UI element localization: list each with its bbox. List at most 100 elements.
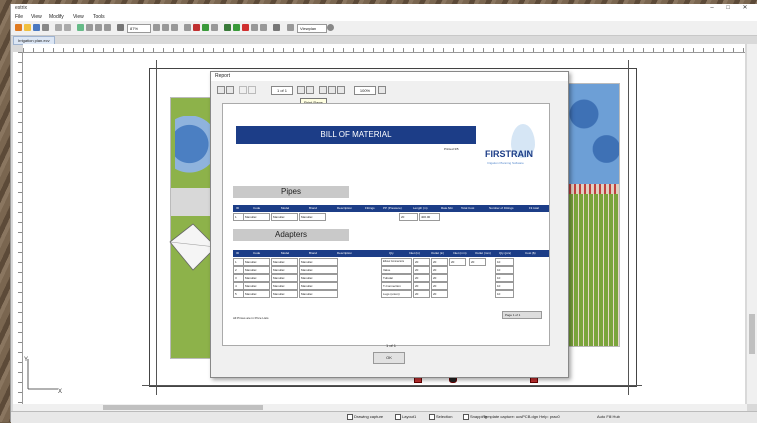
vertical-scroll-thumb[interactable] [749, 314, 755, 354]
ucs-axis-icon: Y X [24, 357, 62, 395]
column-header: Fit total [529, 206, 539, 210]
pipe-icon[interactable] [211, 24, 218, 31]
close-button[interactable]: ✕ [738, 4, 752, 13]
vertical-ruler [13, 52, 23, 404]
status-template: Template capture: ucsPCB.dgn Help: prac0 [483, 414, 560, 419]
prev-page-icon[interactable] [248, 86, 256, 94]
column-header: Inlet (in) [409, 251, 420, 255]
menu-tools[interactable]: Tools [93, 14, 105, 20]
window-zoom-icon[interactable] [171, 24, 178, 31]
column-header: Number of Fittings [489, 206, 514, 210]
report-title: BILL OF MATERIAL [236, 126, 476, 144]
snap-icon[interactable] [77, 24, 84, 31]
report-dialog: Report 1 of 1 100% Print Page BILL OF MA… [210, 71, 569, 378]
table-row: 1 Manufac Manufac Manufac 20 400.00 [233, 213, 549, 221]
ok-button[interactable]: OK [373, 352, 405, 364]
plant-icon[interactable] [233, 24, 240, 31]
report-toolbar: 1 of 1 100% [211, 84, 568, 96]
fit-icon[interactable] [162, 24, 169, 31]
grid-icon[interactable] [86, 24, 93, 31]
column-header: Total Cost [461, 206, 475, 210]
column-header: Rate $/m [441, 206, 454, 210]
column-header: Outlet (in) [431, 251, 445, 255]
help-icon[interactable] [327, 24, 334, 31]
column-header: Model [281, 206, 290, 210]
close-view-icon[interactable] [287, 24, 294, 31]
status-drawing-capture[interactable]: Drawing capture [347, 414, 383, 420]
view-plan-select[interactable]: Viewplan [297, 24, 327, 33]
text-icon[interactable] [260, 24, 267, 31]
pipes-heading: Pipes [233, 186, 349, 198]
report-dialog-title: Report [215, 73, 231, 79]
search-icon[interactable] [378, 86, 386, 94]
status-layout[interactable]: Layout1 [395, 414, 416, 420]
open-folder-icon[interactable] [24, 24, 31, 31]
save-report-icon[interactable] [217, 86, 225, 94]
maximize-button[interactable]: □ [721, 4, 735, 13]
report-dialog-titlebar: Report [211, 72, 568, 81]
column-header: Inlet (mm) [453, 251, 467, 255]
report-footnote: All Prices are in Price Lists [233, 316, 269, 320]
redo-icon[interactable] [64, 24, 71, 31]
table-icon[interactable] [251, 24, 258, 31]
zoom-out-icon[interactable] [319, 86, 327, 94]
menu-file[interactable]: File [15, 14, 23, 20]
print-report-icon[interactable] [226, 86, 234, 94]
report-subtitle: Printed 3/5 [444, 147, 459, 151]
column-header: Description [337, 251, 353, 255]
report-page: BILL OF MATERIAL Printed 3/5 FIRSTRAIN I… [222, 103, 550, 346]
undo-icon[interactable] [55, 24, 62, 31]
print-icon[interactable] [42, 24, 49, 31]
menu-modify[interactable]: Modify [49, 14, 64, 20]
zoom-select[interactable]: 87% [127, 24, 151, 33]
measure-icon[interactable] [95, 24, 102, 31]
first-page-icon[interactable] [239, 86, 247, 94]
report-zoom-input[interactable]: 100% [354, 86, 376, 95]
column-header: Fittings [365, 206, 375, 210]
valve-icon[interactable] [202, 24, 209, 31]
sprinkler-icon[interactable] [193, 24, 200, 31]
new-file-icon[interactable] [15, 24, 22, 31]
last-page-icon[interactable] [306, 86, 314, 94]
flag-icon[interactable] [242, 24, 249, 31]
column-header: Code [253, 206, 261, 210]
report-icon[interactable] [273, 24, 280, 31]
sprinkler-coverage-right [569, 84, 619, 184]
report-page-button[interactable]: Page 1 of 1 [502, 311, 542, 319]
checkbox-icon [347, 414, 353, 420]
column-header: PP (Pressure) [383, 206, 402, 210]
zoom-in-icon[interactable] [328, 86, 336, 94]
fit-page-icon[interactable] [337, 86, 345, 94]
table-row: 3 Manufac Manufac Manufac Tubular 20 20 … [233, 274, 549, 282]
zone-icon[interactable] [224, 24, 231, 31]
minimize-button[interactable]: – [705, 4, 719, 13]
column-header: Brand [309, 206, 318, 210]
menu-view-2[interactable]: View [73, 14, 84, 20]
table-row: 1 Manufac Manufac Manufac Elbow Connecto… [233, 258, 549, 266]
table-row: 5 Manufac Manufac Manufac Lugs (union) 2… [233, 290, 549, 298]
menu-bar: File View Modify View Tools [11, 13, 757, 21]
adapters-table-header: ID Code Model Brand Description Qty Inle… [233, 250, 549, 257]
vertical-scrollbar[interactable] [747, 44, 757, 404]
column-header: Description [337, 206, 353, 210]
status-auto-fill[interactable]: Auto Fill Hub [597, 414, 620, 419]
layer-icon[interactable] [104, 24, 111, 31]
pan-icon[interactable] [153, 24, 160, 31]
page-input[interactable]: 1 of 1 [271, 86, 293, 95]
svg-text:X: X [58, 389, 62, 395]
column-header: Code [253, 251, 261, 255]
status-selection[interactable]: Selection [429, 414, 452, 420]
table-row: 4 Manufac Manufac Manufac T-Connection 2… [233, 282, 549, 290]
frame-line-right [628, 60, 629, 395]
status-bar: Drawing capture Layout1 Selection Snappi… [11, 411, 757, 423]
save-icon[interactable] [33, 24, 40, 31]
checkbox-icon [463, 414, 469, 420]
horizontal-scroll-thumb[interactable] [103, 405, 263, 410]
line-icon[interactable] [184, 24, 191, 31]
menu-view[interactable]: View [31, 14, 42, 20]
page-indicator: 1 of 1 [386, 343, 397, 348]
horizontal-scrollbar[interactable] [13, 404, 747, 411]
zoom-icon[interactable] [117, 24, 124, 31]
checkbox-icon [429, 414, 435, 420]
next-page-icon[interactable] [297, 86, 305, 94]
